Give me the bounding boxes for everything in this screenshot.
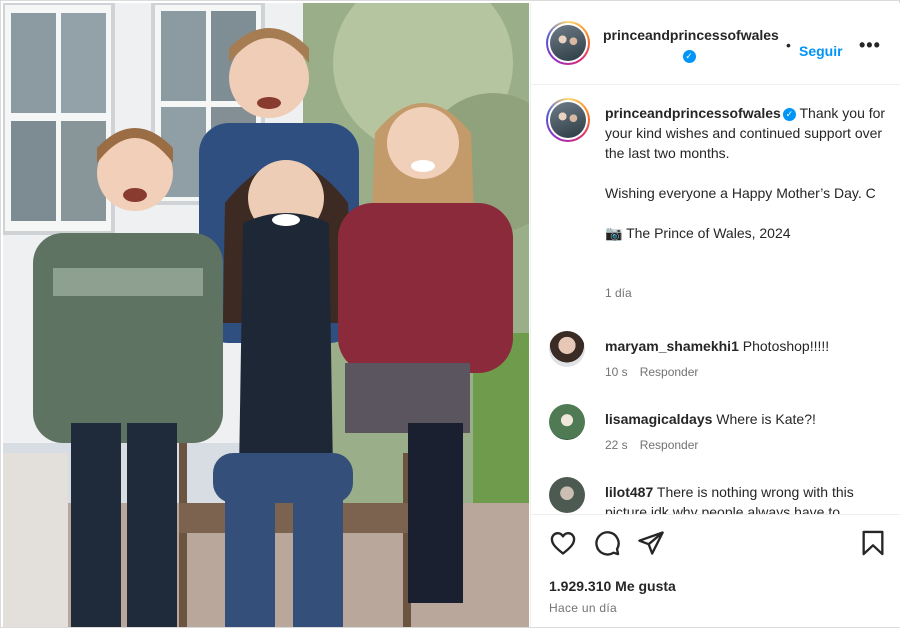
comment-meta: 22 s Responder — [605, 438, 698, 452]
comment-text: lisamagicaldays Where is Kate?! — [605, 409, 891, 429]
share-icon[interactable] — [637, 529, 665, 557]
comment-username[interactable]: lisamagicaldays — [605, 411, 712, 427]
caption-timestamp[interactable]: 1 día — [605, 286, 632, 300]
bookmark-icon[interactable] — [859, 529, 887, 557]
reply-button[interactable]: Responder — [640, 365, 699, 379]
caption-text: princeandprincessofwales ✓ Thank you for … — [605, 103, 889, 243]
post-header: princeandprincessofwales ✓ • Seguir ••• — [531, 3, 900, 85]
comment-body: Photoshop!!!!! — [742, 338, 830, 354]
author-avatar[interactable] — [546, 21, 590, 65]
post-actions: 1.929.310 Me gusta Hace un día — [531, 514, 900, 627]
comments-list[interactable]: princeandprincessofwales ✓ Thank you for … — [531, 86, 900, 514]
post-photo[interactable] — [3, 3, 529, 627]
commenter-avatar[interactable] — [549, 477, 585, 513]
photo-credit: The Prince of Wales, 2024 — [626, 225, 791, 241]
comment-username[interactable]: maryam_shamekhi1 — [605, 338, 739, 354]
comment-body: Where is Kate?! — [716, 411, 816, 427]
caption-username[interactable]: princeandprincessofwales — [605, 105, 781, 121]
instagram-post-window: princeandprincessofwales✓ • Seguir ••• p… — [0, 0, 900, 628]
post-timestamp[interactable]: Hace un día — [549, 601, 617, 615]
author-username[interactable]: princeandprincessofwales ✓ — [603, 25, 779, 65]
comment-time[interactable]: 10 s — [605, 365, 628, 379]
follow-button[interactable]: Seguir — [799, 43, 843, 59]
comment-icon[interactable] — [593, 529, 621, 557]
more-options-icon[interactable]: ••• — [859, 35, 881, 56]
caption-line-2: Wishing everyone a Happy Mother’s Day. C — [605, 185, 876, 201]
likes-count[interactable]: 1.929.310 Me gusta — [549, 578, 676, 594]
family-photo-illustration — [3, 3, 529, 627]
reply-button[interactable]: Responder — [640, 438, 699, 452]
separator-dot: • — [786, 37, 791, 53]
camera-icon: 📷 — [605, 225, 623, 241]
commenter-avatar[interactable] — [549, 331, 585, 367]
caption-avatar[interactable] — [546, 98, 590, 142]
heart-icon[interactable] — [549, 529, 577, 557]
comment-time[interactable]: 22 s — [605, 438, 628, 452]
verified-badge-icon: ✓ — [682, 49, 696, 63]
comment-text: lilot487 There is nothing wrong with thi… — [605, 482, 891, 514]
comment-text: maryam_shamekhi1 Photoshop!!!!! — [605, 336, 891, 356]
verified-badge-icon: ✓ — [782, 107, 796, 121]
comment-username[interactable]: lilot487 — [605, 484, 653, 500]
author-username-text[interactable]: princeandprincessofwales — [603, 27, 779, 43]
commenter-avatar[interactable] — [549, 404, 585, 440]
comment-meta: 10 s Responder — [605, 365, 698, 379]
post-side-panel: princeandprincessofwales✓ • Seguir ••• p… — [530, 3, 900, 627]
